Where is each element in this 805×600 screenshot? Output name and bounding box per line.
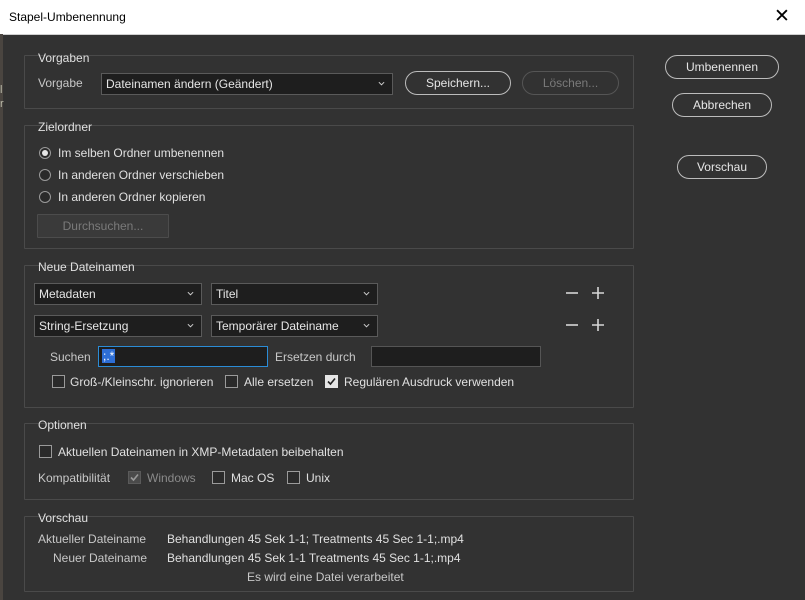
- radio-same-folder[interactable]: [39, 147, 51, 159]
- replace-all-label: Alle ersetzen: [244, 375, 314, 389]
- chevron-down-icon: [363, 291, 370, 296]
- new-filename-label: Neuer Dateiname: [53, 551, 148, 565]
- use-regex-checkbox[interactable]: [325, 375, 338, 388]
- macos-checkbox[interactable]: [212, 471, 225, 484]
- replace-label: Ersetzen durch: [275, 350, 356, 364]
- ignore-case-label: Groß-/Kleinschr. ignorieren: [70, 375, 214, 389]
- minus-icon[interactable]: [564, 285, 580, 301]
- macos-label: Mac OS: [231, 471, 275, 485]
- checkmark-icon: [130, 473, 139, 482]
- chevron-down-icon: [187, 323, 194, 328]
- rule-2-value: Temporärer Dateiname: [216, 319, 339, 333]
- window-title: Stapel-Umbenennung: [9, 10, 126, 24]
- chevron-down-icon: [378, 81, 385, 86]
- browse-button[interactable]: Durchsuchen...: [37, 214, 169, 238]
- rule-1-type-value: Metadaten: [39, 287, 96, 301]
- current-filename-value: Behandlungen 45 Sek 1-1; Treatments 45 S…: [167, 532, 464, 546]
- rule-1-value-select[interactable]: Titel: [211, 283, 378, 305]
- rule-1-type-select[interactable]: Metadaten: [34, 283, 202, 305]
- preview-heading: Vorschau: [38, 511, 89, 525]
- plus-icon[interactable]: [590, 317, 606, 333]
- chevron-down-icon: [363, 323, 370, 328]
- rename-button[interactable]: Umbenennen: [665, 55, 779, 79]
- compatibility-label: Kompatibilität: [38, 471, 111, 485]
- preset-label: Vorgabe: [38, 76, 83, 90]
- cancel-button[interactable]: Abbrechen: [672, 93, 772, 117]
- checkmark-icon: [327, 377, 336, 386]
- delete-preset-button[interactable]: Löschen...: [522, 71, 619, 95]
- unix-label: Unix: [306, 471, 331, 485]
- radio-move-folder[interactable]: [39, 169, 51, 181]
- current-filename-label: Aktueller Dateiname: [38, 532, 147, 546]
- radio-copy-folder-label: In anderen Ordner kopieren: [58, 190, 206, 204]
- title-bar: Stapel-Umbenennung ✕: [0, 0, 805, 35]
- rule-2-type-select[interactable]: String-Ersetzung: [34, 315, 202, 337]
- replace-all-checkbox[interactable]: [225, 375, 238, 388]
- rule-2-type-value: String-Ersetzung: [39, 319, 129, 333]
- background-glyph: r: [0, 98, 4, 110]
- chevron-down-icon: [187, 291, 194, 296]
- close-icon[interactable]: ✕: [759, 0, 805, 34]
- preview-status: Es wird eine Datei verarbeitet: [247, 570, 404, 584]
- save-preset-button[interactable]: Speichern...: [405, 71, 511, 95]
- options-heading: Optionen: [38, 418, 87, 432]
- preset-select[interactable]: Dateinamen ändern (Geändert): [101, 73, 393, 95]
- minus-icon[interactable]: [564, 317, 580, 333]
- windows-checkbox[interactable]: [128, 471, 141, 484]
- preview-button[interactable]: Vorschau: [677, 155, 767, 179]
- rule-2-value-select[interactable]: Temporärer Dateiname: [211, 315, 378, 337]
- background-glyph: l: [0, 84, 3, 96]
- destination-heading: Zielordner: [38, 120, 93, 134]
- presets-heading: Vorgaben: [38, 51, 90, 65]
- ignore-case-checkbox[interactable]: [52, 375, 65, 388]
- search-input[interactable]: ;.*: [98, 346, 268, 367]
- plus-icon[interactable]: [590, 285, 606, 301]
- use-regex-label: Regulären Ausdruck verwenden: [344, 375, 515, 389]
- options-group: [24, 423, 634, 500]
- search-input-value: ;.*: [102, 349, 116, 363]
- radio-copy-folder[interactable]: [39, 191, 51, 203]
- windows-label: Windows: [147, 471, 196, 485]
- replace-input[interactable]: [371, 346, 541, 367]
- keep-xmp-label: Aktuellen Dateinamen in XMP-Metadaten be…: [58, 445, 344, 459]
- radio-move-folder-label: In anderen Ordner verschieben: [58, 168, 225, 182]
- radio-selected-dot: [42, 150, 48, 156]
- unix-checkbox[interactable]: [287, 471, 300, 484]
- new-filename-value: Behandlungen 45 Sek 1-1 Treatments 45 Se…: [167, 551, 461, 565]
- keep-xmp-checkbox[interactable]: [39, 445, 52, 458]
- search-label: Suchen: [50, 350, 91, 364]
- radio-same-folder-label: Im selben Ordner umbenennen: [58, 146, 225, 160]
- new-filenames-heading: Neue Dateinamen: [38, 260, 135, 274]
- rule-1-value: Titel: [216, 287, 239, 301]
- preset-select-value: Dateinamen ändern (Geändert): [106, 77, 273, 91]
- background-window-strip: [0, 34, 3, 600]
